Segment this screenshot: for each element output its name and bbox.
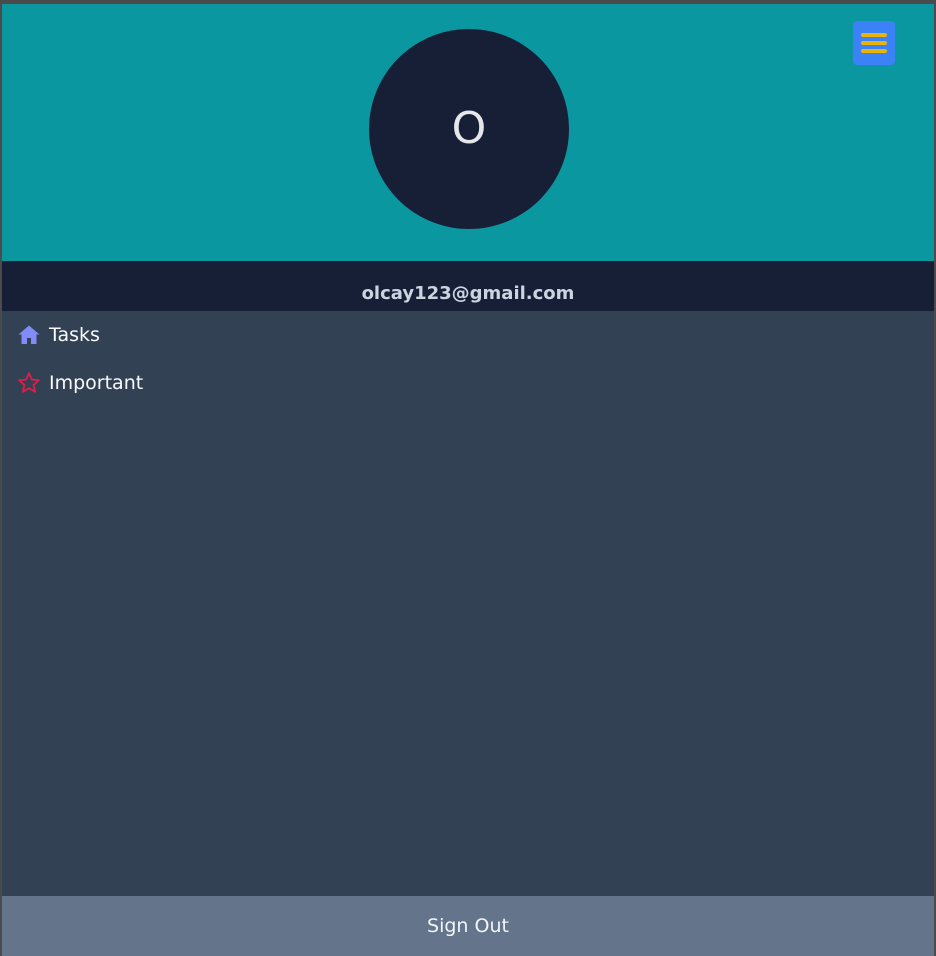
avatar-initial: O (451, 103, 487, 154)
app-root: O olcay123@gmail.com Tasks Important Sig… (2, 4, 934, 956)
hamburger-icon-bar (861, 49, 887, 53)
home-icon (17, 323, 41, 347)
user-email: olcay123@gmail.com (361, 282, 575, 304)
profile-header: O (2, 4, 934, 261)
sidebar-item-label: Tasks (49, 324, 100, 346)
menu-toggle-button[interactable] (853, 21, 895, 65)
sidebar-item-tasks[interactable]: Tasks (2, 311, 934, 359)
sign-out-button[interactable]: Sign Out (2, 896, 934, 956)
star-icon (17, 371, 41, 395)
hamburger-icon-bar (861, 41, 887, 45)
sidebar-nav: Tasks Important (2, 311, 934, 407)
hamburger-icon (861, 33, 887, 37)
avatar: O (369, 29, 569, 229)
sidebar-item-important[interactable]: Important (2, 359, 934, 407)
sidebar-item-label: Important (49, 372, 144, 394)
email-bar: olcay123@gmail.com (2, 261, 934, 311)
